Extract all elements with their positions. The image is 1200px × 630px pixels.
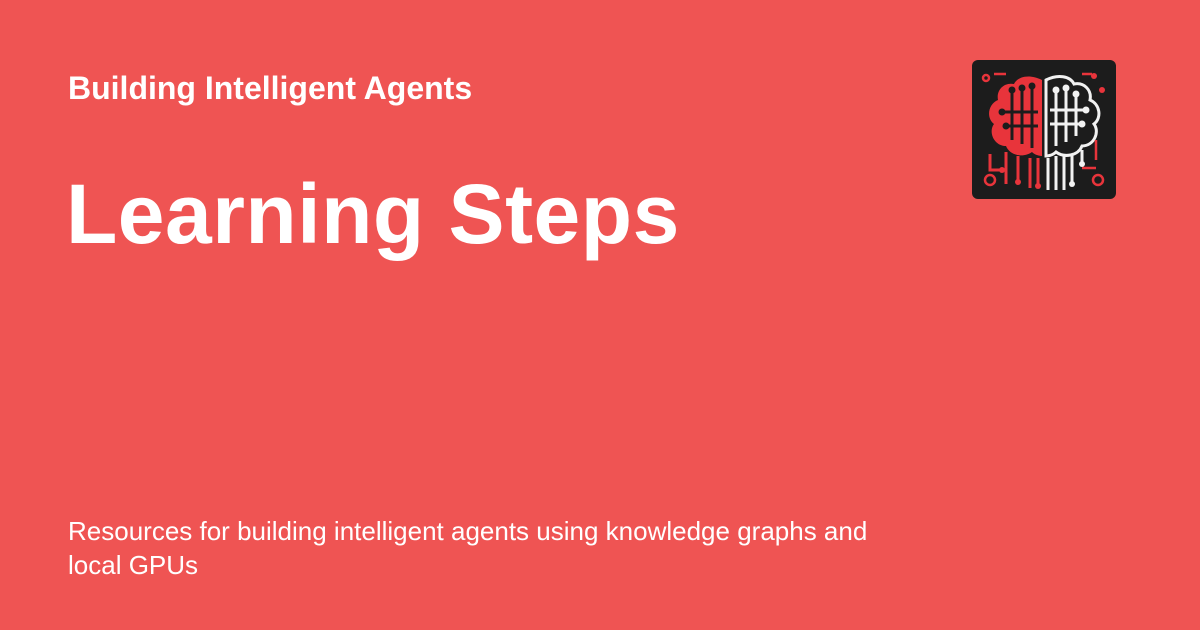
social-card: Building Intelligent Agents Learning Ste… [0, 0, 1200, 630]
page-title: Learning Steps [66, 167, 680, 261]
page-description: Resources for building intelligent agent… [68, 516, 868, 580]
site-title: Building Intelligent Agents [68, 70, 473, 106]
brain-circuit-icon [972, 60, 1116, 199]
